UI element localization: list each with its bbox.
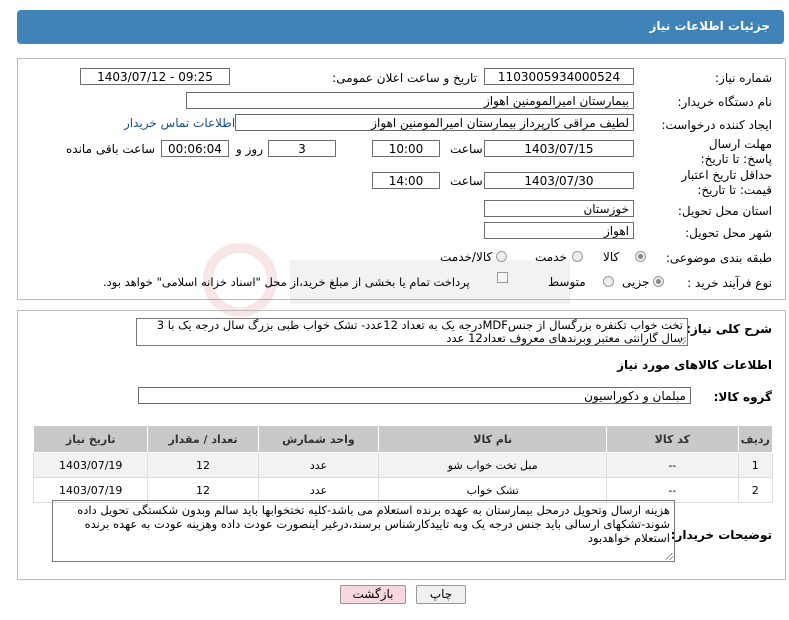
page-title: جزئیات اطلاعات نیاز	[649, 19, 770, 33]
province-field: خوزستان	[484, 200, 634, 217]
reply-date-field: 1403/07/15	[484, 140, 634, 157]
requester-label: ایجاد کننده درخواست:	[661, 118, 772, 132]
buyer-org-label: نام دستگاه خریدار:	[677, 95, 773, 109]
col-header-quantity: تعداد / مقدار	[147, 425, 259, 453]
category-option-goods: کالا	[603, 250, 620, 264]
validity-date-field: 1403/07/30	[484, 172, 634, 189]
col-header-unit: واحد شمارش	[257, 425, 380, 453]
reply-time-label: ساعت	[450, 142, 483, 156]
days-field: 3	[268, 140, 336, 157]
cell-code: --	[606, 477, 739, 503]
reply-deadline-label: مهلت ارسال پاسخ: تا تاریخ:	[700, 137, 772, 166]
cell-name: تشک خواب	[378, 477, 608, 503]
col-header-row-number: ردیف	[737, 425, 774, 453]
treasury-payment-checkbox[interactable]	[497, 272, 508, 283]
table-row[interactable]: 1 -- مبل تخت خواب شو عدد 12 1403/07/19	[32, 452, 774, 478]
general-desc-textarea[interactable]: تخت خواب تکنفره بزرگسال از جنسMDFدرجه یک…	[136, 318, 688, 346]
category-option-goods-service: کالا/خدمت	[440, 250, 493, 264]
reply-time-field: 10:00	[372, 140, 440, 157]
process-radio-medium[interactable]	[603, 276, 614, 287]
cell-unit: عدد	[257, 452, 380, 478]
cell-need-date: 1403/07/19	[32, 477, 149, 503]
need-number-label: شماره نیاز:	[715, 71, 772, 85]
table-row[interactable]: 2 -- تشک خواب عدد 12 1403/07/19	[32, 477, 774, 503]
col-header-code: کد کالا	[606, 425, 739, 453]
validity-time-label: ساعت	[450, 174, 483, 188]
category-label: طبقه بندی موضوعی:	[665, 251, 772, 265]
buyer-notes-textarea[interactable]: هزینه ارسال وتحویل درمحل بیمارستان به عه…	[52, 500, 675, 562]
requester-field: لطیف مراقی کارپرداز بیمارستان امیرالمومن…	[235, 114, 634, 131]
cell-need-date: 1403/07/19	[32, 452, 149, 478]
category-option-service: خدمت	[535, 250, 567, 264]
goods-info-title: اطلاعات کالاهای مورد نیاز	[617, 358, 772, 372]
cell-quantity: 12	[147, 477, 259, 503]
price-validity-label: حداقل تاریخ اعتبار قیمت: تا تاریخ:	[681, 168, 772, 197]
col-header-need-date: تاریخ نیاز	[32, 425, 149, 453]
announce-label: تاریخ و ساعت اعلان عمومی:	[332, 71, 477, 85]
items-table: ردیف کد کالا نام کالا واحد شمارش تعداد /…	[32, 425, 774, 503]
days-label: روز و	[236, 142, 263, 156]
goods-group-field: مبلمان و دکوراسیون	[138, 387, 691, 404]
cell-code: --	[606, 452, 739, 478]
general-desc-text: تخت خواب تکنفره بزرگسال از جنسMDFدرجه یک…	[156, 318, 683, 345]
process-label: نوع فرآیند خرید :	[687, 276, 772, 290]
goods-group-label: گروه کالا:	[713, 390, 772, 404]
buyer-notes-text: هزینه ارسال وتحویل درمحل بیمارستان به عه…	[77, 503, 670, 545]
city-label: شهر محل تحویل:	[685, 226, 772, 240]
cell-name: مبل تخت خواب شو	[378, 452, 608, 478]
need-number-field: 1103005934000524	[484, 68, 634, 85]
contact-info-link[interactable]: اطلاعات تماس خریدار	[124, 116, 235, 130]
category-radio-goods-service[interactable]	[496, 251, 507, 262]
print-button[interactable]: چاپ	[416, 585, 466, 604]
process-option-minor: جزیی	[622, 275, 650, 289]
general-desc-label: شرح کلی نیاز:	[686, 322, 772, 336]
province-label: استان محل تحویل:	[677, 204, 772, 218]
page-header: جزئیات اطلاعات نیاز	[17, 10, 784, 44]
validity-time-field: 14:00	[372, 172, 440, 189]
process-option-medium: متوسط	[548, 275, 586, 289]
back-button[interactable]: بازگشت	[340, 585, 406, 604]
buyer-notes-label: توضیحات خریدار:	[670, 528, 772, 542]
process-radio-minor[interactable]	[653, 276, 664, 287]
cell-unit: عدد	[257, 477, 380, 503]
resize-handle-icon[interactable]	[679, 337, 686, 344]
buyer-org-field: بیمارستان امیرالمومنین اهواز	[186, 92, 634, 109]
cell-row-number: 2	[737, 477, 774, 503]
treasury-payment-note: پرداخت تمام یا بخشی از مبلغ خرید،از محل …	[103, 275, 470, 289]
category-radio-goods[interactable]	[635, 251, 646, 262]
category-radio-service[interactable]	[572, 251, 583, 262]
cell-quantity: 12	[147, 452, 259, 478]
col-header-name: نام کالا	[378, 425, 608, 453]
resize-handle-icon[interactable]	[666, 553, 673, 560]
remaining-label: ساعت باقی مانده	[66, 142, 156, 156]
announce-field: 1403/07/12 - 09:25	[80, 68, 230, 85]
cell-row-number: 1	[737, 452, 774, 478]
table-header-row: ردیف کد کالا نام کالا واحد شمارش تعداد /…	[32, 425, 774, 453]
remaining-time-field: 00:06:04	[161, 140, 229, 157]
city-field: اهواز	[484, 222, 634, 239]
